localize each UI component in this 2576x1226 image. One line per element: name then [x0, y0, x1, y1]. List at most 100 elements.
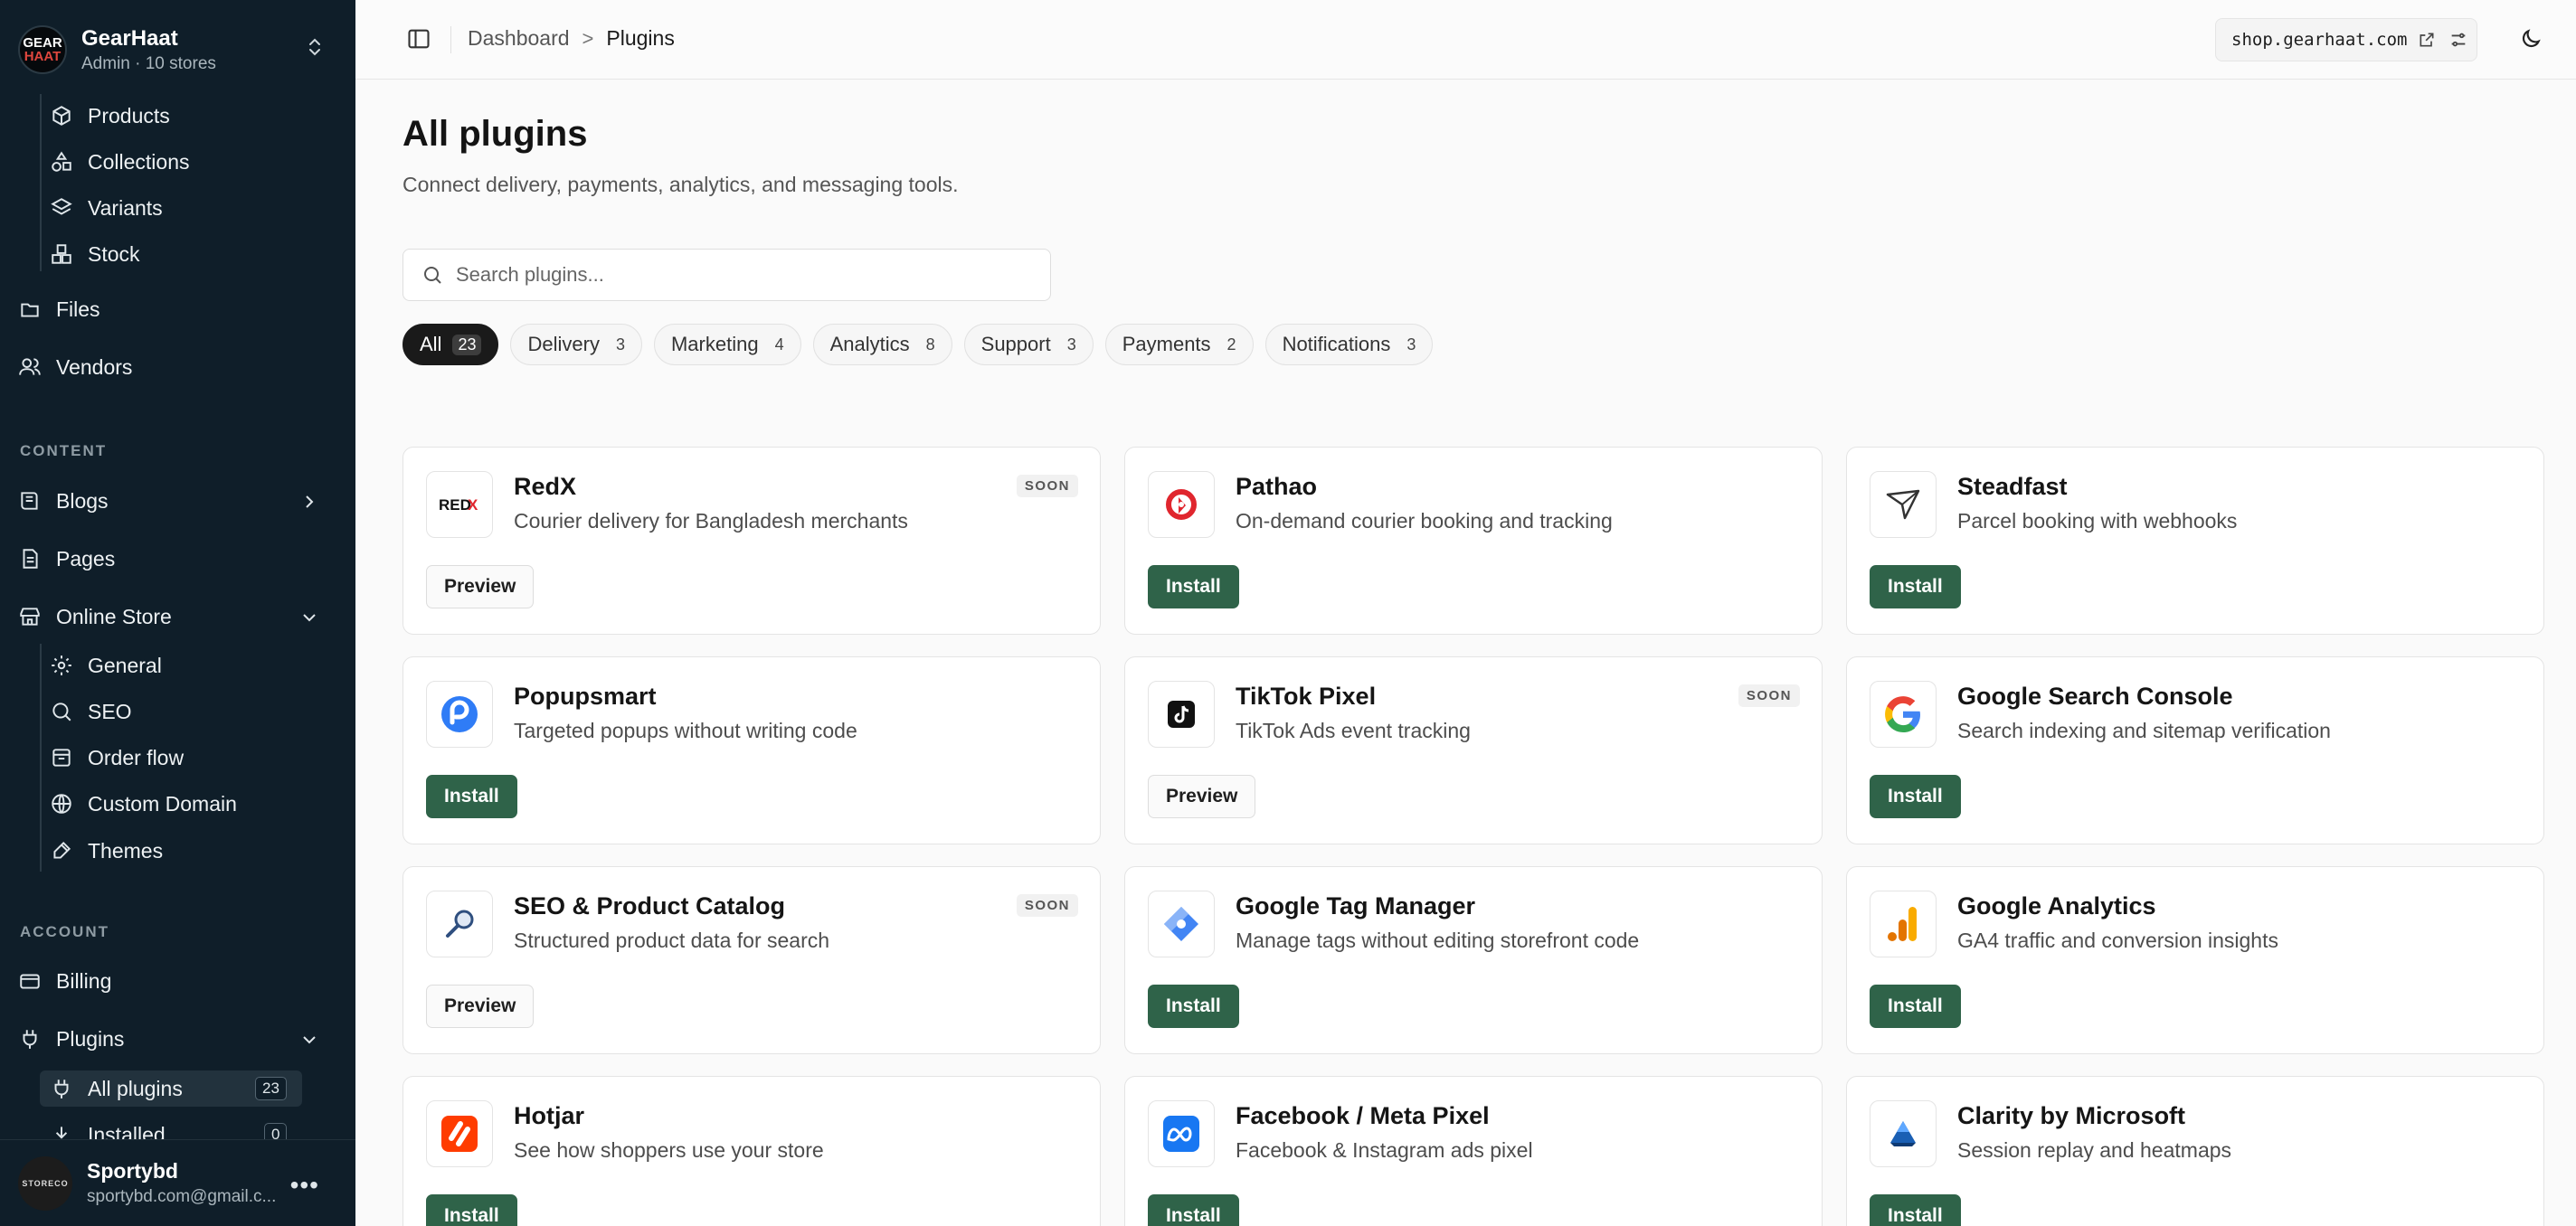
plugin-description: Manage tags without editing storefront c… [1236, 929, 1640, 952]
preview-button[interactable]: Preview [426, 565, 535, 608]
breadcrumb-plugins: Plugins [606, 26, 675, 50]
store-domain-link[interactable]: shop.gearhaat.com [2215, 18, 2477, 61]
nav-themes[interactable]: Themes [50, 830, 163, 872]
install-button[interactable]: Install [1870, 565, 1961, 608]
nav-collections[interactable]: Collections [50, 141, 190, 183]
filter-label: Notifications [1282, 333, 1391, 355]
plugin-name: Google Tag Manager [1236, 892, 1476, 920]
chevrons-up-down-icon [309, 38, 320, 56]
chevron-right-icon[interactable] [298, 491, 320, 513]
clarity-logo-icon [1870, 1100, 1937, 1167]
nav-products-label: Products [88, 103, 170, 127]
svg-text:X: X [468, 496, 478, 514]
nav-custom-domain[interactable]: Custom Domain [50, 783, 237, 825]
popupsmart-logo-icon [426, 681, 493, 748]
nav-all-plugins-label: All plugins [88, 1076, 183, 1100]
install-button[interactable]: Install [1870, 985, 1961, 1028]
nav-seo[interactable]: SEO [50, 691, 132, 732]
chevron-down-icon[interactable] [298, 607, 320, 628]
install-button[interactable]: Install [1148, 1194, 1239, 1226]
brand-name: GearHaat [81, 25, 178, 51]
search-field[interactable] [402, 249, 1051, 301]
filter-chip-payments[interactable]: Payments 2 [1104, 324, 1254, 365]
filter-count: 3 [1066, 335, 1076, 354]
plugin-description: On-demand courier booking and tracking [1236, 509, 1613, 533]
search-icon [424, 267, 441, 284]
nav-general-label: General [88, 653, 162, 677]
nav-blogs[interactable]: Blogs [18, 480, 109, 522]
nav-stock[interactable]: Stock [50, 233, 140, 275]
nav-online-store[interactable]: Online Store [18, 596, 172, 637]
nav-pages[interactable]: Pages [18, 538, 115, 580]
nav-products[interactable]: Products [50, 95, 170, 137]
plugin-card-popupsmart: Popupsmart Targeted popups without writi… [402, 656, 1101, 844]
nav-billing[interactable]: Billing [18, 960, 111, 1002]
nav-vendors-label: Vendors [56, 354, 133, 379]
install-button[interactable]: Install [1870, 775, 1961, 818]
plugin-description: Structured product data for search [514, 929, 830, 952]
filter-count: 2 [1226, 335, 1236, 354]
filter-chip-support[interactable]: Support 3 [963, 324, 1094, 365]
search-input[interactable] [456, 263, 999, 287]
filter-chips: All 23 Delivery 3 Marketing 4 Analytics 8 Su… [402, 324, 1444, 365]
filter-chip-marketing[interactable]: Marketing 4 [653, 324, 801, 365]
filter-chip-notifications[interactable]: Notifications 3 [1264, 324, 1434, 365]
page-subtitle: Connect delivery, payments, analytics, a… [402, 173, 959, 196]
nav-all-plugins[interactable]: All plugins [50, 1068, 183, 1109]
all-plugins-count: 23 [255, 1077, 287, 1100]
nav-blogs-label: Blogs [56, 488, 109, 513]
nav-vendors[interactable]: Vendors [18, 346, 132, 388]
files-icon [18, 297, 42, 321]
plugin-name: Clarity by Microsoft [1957, 1102, 2186, 1129]
nav-order-flow[interactable]: Order flow [50, 737, 184, 778]
layers-icon [50, 196, 73, 220]
install-button[interactable]: Install [1870, 1194, 1961, 1226]
nav-plugins[interactable]: Plugins [18, 1018, 124, 1060]
nav-plugins-label: Plugins [56, 1026, 125, 1051]
moon-icon[interactable] [2519, 27, 2543, 51]
gtm-logo-icon [1148, 891, 1215, 957]
store-switcher[interactable]: GEAR HAAT GearHaat Admin · 10 stores [18, 24, 326, 76]
plugin-card-google-tag-manager: Google Tag Manager Manage tags without e… [1124, 866, 1823, 1054]
sidebar-toggle-icon[interactable] [406, 26, 431, 52]
external-link-icon[interactable] [2418, 31, 2436, 49]
install-button[interactable]: Install [426, 1194, 517, 1226]
filter-chip-all[interactable]: All 23 [402, 324, 499, 365]
filter-count: 3 [615, 335, 625, 354]
install-button[interactable]: Install [426, 775, 517, 818]
plugin-card-seo-product-catalog: SEO & Product Catalog Structured product… [402, 866, 1101, 1054]
nav-seo-label: SEO [88, 699, 132, 723]
nav-general[interactable]: General [50, 645, 162, 686]
nav-billing-label: Billing [56, 968, 112, 993]
install-button[interactable]: Install [1148, 985, 1239, 1028]
brand-subtitle: Admin · 10 stores [81, 53, 216, 73]
more-horizontal-icon[interactable]: ••• [290, 1171, 319, 1200]
plugin-card-hotjar: Hotjar See how shoppers use your store I… [402, 1076, 1101, 1226]
filter-label: All [420, 333, 442, 355]
store-icon [18, 605, 42, 628]
chevron-down-icon[interactable] [298, 1029, 320, 1051]
install-button[interactable]: Install [1148, 565, 1239, 608]
filter-chip-delivery[interactable]: Delivery 3 [510, 324, 642, 365]
nav-collections-label: Collections [88, 149, 190, 174]
nav-files[interactable]: Files [18, 288, 100, 330]
plugin-description: GA4 traffic and conversion insights [1957, 929, 2278, 952]
sliders-icon[interactable] [2448, 30, 2468, 50]
plugin-card-steadfast: Steadfast Parcel booking with webhooks I… [1846, 447, 2544, 635]
shapes-icon [50, 150, 73, 174]
sidebar: GEAR HAAT GearHaat Admin · 10 stores Pro… [0, 0, 355, 1226]
plugin-name: RedX [514, 473, 577, 500]
breadcrumb-dashboard[interactable]: Dashboard [468, 26, 570, 51]
nav-variants[interactable]: Variants [50, 187, 163, 229]
filter-chip-analytics[interactable]: Analytics 8 [812, 324, 952, 365]
filter-count: 23 [452, 334, 482, 355]
page-title: All plugins [402, 114, 588, 154]
nav-custom-domain-label: Custom Domain [88, 791, 237, 816]
user-account-card[interactable]: STORECO Sportybd sportybd.com@gmail.c...… [0, 1139, 355, 1226]
online-store-subnav-rail [40, 644, 42, 872]
nav-variants-label: Variants [88, 195, 163, 220]
user-avatar: STORECO [18, 1155, 72, 1211]
preview-button[interactable]: Preview [426, 985, 535, 1028]
preview-button[interactable]: Preview [1148, 775, 1256, 818]
soon-badge: SOON [1016, 894, 1078, 917]
